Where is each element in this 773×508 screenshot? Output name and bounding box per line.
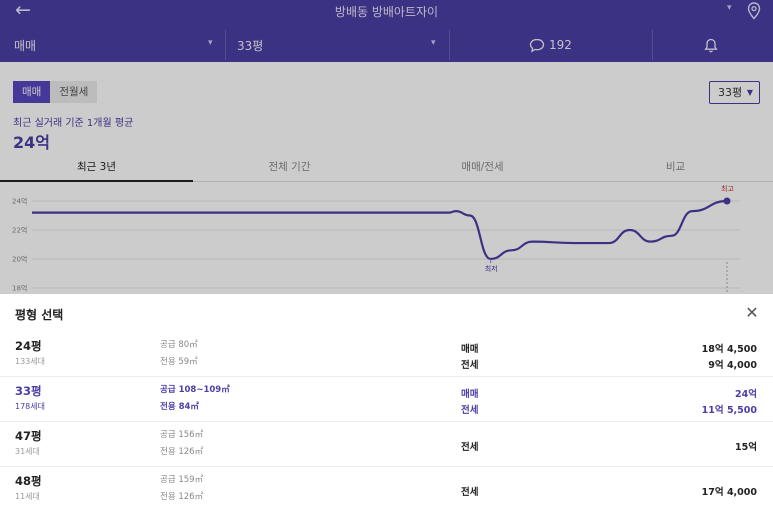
option-exclusive-area: 전용 84㎡: [160, 402, 199, 412]
chart-max-point: [723, 197, 731, 205]
size-select-sheet: 평형 선택 ✕ 24평 133세대 공급 80㎡ 전용 59㎡ 매매 전세 18…: [0, 294, 773, 508]
sheet-title: 평형 선택: [15, 308, 64, 322]
chart-min-label: 최저: [485, 264, 498, 273]
trade-price: 11억 5,500: [701, 405, 757, 416]
option-exclusive-area: 전용 126㎡: [160, 492, 204, 502]
title-bar: ← 방배동 방배아트자이 ▾: [0, 0, 773, 24]
y-tick-label: 20억: [12, 256, 27, 264]
option-name: 33평: [15, 384, 42, 398]
option-supply-area: 공급 80㎡: [160, 340, 198, 350]
trade-type-label: 전세: [461, 487, 479, 498]
divider: [225, 30, 226, 60]
toggle-sale[interactable]: 매매: [13, 81, 51, 103]
divider: [652, 30, 653, 60]
trade-type-dropdown[interactable]: 매매 ▾: [14, 30, 224, 60]
speech-bubble-icon: [529, 38, 545, 53]
y-tick-label: 22억: [12, 227, 27, 235]
y-tick-label: 24억: [12, 198, 27, 206]
option-households: 31세대: [15, 447, 40, 456]
caret-down-icon: ▼: [746, 88, 753, 97]
tab-sale-lease[interactable]: 매매/전세: [386, 154, 579, 182]
size-select[interactable]: 33평 ▼: [709, 81, 760, 104]
trade-price: 15억: [735, 442, 757, 453]
trade-type-label: 전세: [461, 360, 479, 371]
trade-type-label: 매매: [461, 389, 479, 400]
option-name: 48평: [15, 474, 42, 488]
alert-button[interactable]: [704, 30, 724, 60]
trade-price: 17억 4,000: [701, 487, 757, 498]
map-pin-icon: [747, 2, 761, 20]
size-option-47[interactable]: 47평 31세대 공급 156㎡ 전용 126㎡ 전세 15억: [0, 422, 773, 467]
option-name: 47평: [15, 429, 42, 443]
option-supply-area: 공급 156㎡: [160, 430, 204, 440]
period-tabs: 최근 3년 전체 기간 매매/전세 비교: [0, 154, 773, 182]
size-value: 33평: [237, 38, 264, 53]
avg-label: 최근 실거래 기준 1개월 평균: [13, 118, 134, 129]
option-exclusive-area: 전용 126㎡: [160, 447, 204, 457]
chevron-down-icon: ▾: [727, 3, 732, 13]
trade-type-value: 매매: [14, 38, 37, 53]
chevron-down-icon: ▾: [431, 38, 436, 48]
option-name: 24평: [15, 339, 42, 353]
tab-all-period[interactable]: 전체 기간: [193, 154, 386, 182]
filter-bar: 매매 ▾ 33평 ▾ 192: [0, 30, 773, 60]
size-option-48[interactable]: 48평 11세대 공급 159㎡ 전용 126㎡ 전세 17억 4,000: [0, 467, 773, 508]
option-households: 133세대: [15, 357, 45, 366]
chart-max-label: 최고: [721, 184, 734, 193]
option-supply-area: 공급 108~109㎡: [160, 385, 230, 395]
trade-price: 18억 4,500: [701, 344, 757, 355]
size-option-24[interactable]: 24평 133세대 공급 80㎡ 전용 59㎡ 매매 전세 18억 4,500 …: [0, 332, 773, 377]
close-icon: ✕: [745, 303, 759, 322]
y-tick-label: 18억: [12, 285, 27, 293]
toggle-lease[interactable]: 전월세: [50, 81, 98, 103]
size-dropdown[interactable]: 33평 ▾: [237, 30, 447, 60]
app-header: ← 방배동 방배아트자이 ▾ 매매 ▾ 33평 ▾ 192: [0, 0, 773, 62]
price-overview: 매매 전월세 33평 ▼ 최근 실거래 기준 1개월 평균 24억 최근 3년 …: [0, 62, 773, 294]
size-option-33[interactable]: 33평 178세대 공급 108~109㎡ 전용 84㎡ 매매 전세 24억 1…: [0, 377, 773, 422]
option-households: 178세대: [15, 402, 45, 411]
chart-grid: [32, 200, 740, 289]
trade-toggle: 매매 전월세: [13, 81, 98, 103]
trade-price: 9억 4,000: [708, 360, 757, 371]
comments-button[interactable]: 192: [529, 30, 589, 60]
chevron-down-icon: ▾: [208, 38, 213, 48]
location-button[interactable]: ▾: [727, 2, 767, 20]
size-select-value: 33평: [718, 86, 743, 99]
option-exclusive-area: 전용 59㎡: [160, 357, 198, 367]
trade-type-label: 전세: [461, 405, 479, 416]
option-supply-area: 공급 159㎡: [160, 475, 204, 485]
comments-count: 192: [549, 38, 572, 52]
price-line-chart: 24억 22억 20억 18억 최고 최저: [12, 184, 740, 294]
trade-type-label: 전세: [461, 442, 479, 453]
bell-icon: [704, 38, 718, 52]
trade-price: 24억: [735, 389, 757, 400]
avg-value: 24억: [13, 133, 50, 152]
close-button[interactable]: ✕: [743, 305, 761, 323]
divider: [449, 30, 450, 60]
tab-compare[interactable]: 비교: [579, 154, 772, 182]
tab-recent-3y[interactable]: 최근 3년: [0, 154, 193, 182]
trade-type-label: 매매: [461, 344, 479, 355]
chart-y-axis: 24억 22억 20억 18억: [12, 198, 27, 293]
option-households: 11세대: [15, 492, 40, 501]
page-title: 방배동 방배아트자이: [334, 5, 439, 19]
